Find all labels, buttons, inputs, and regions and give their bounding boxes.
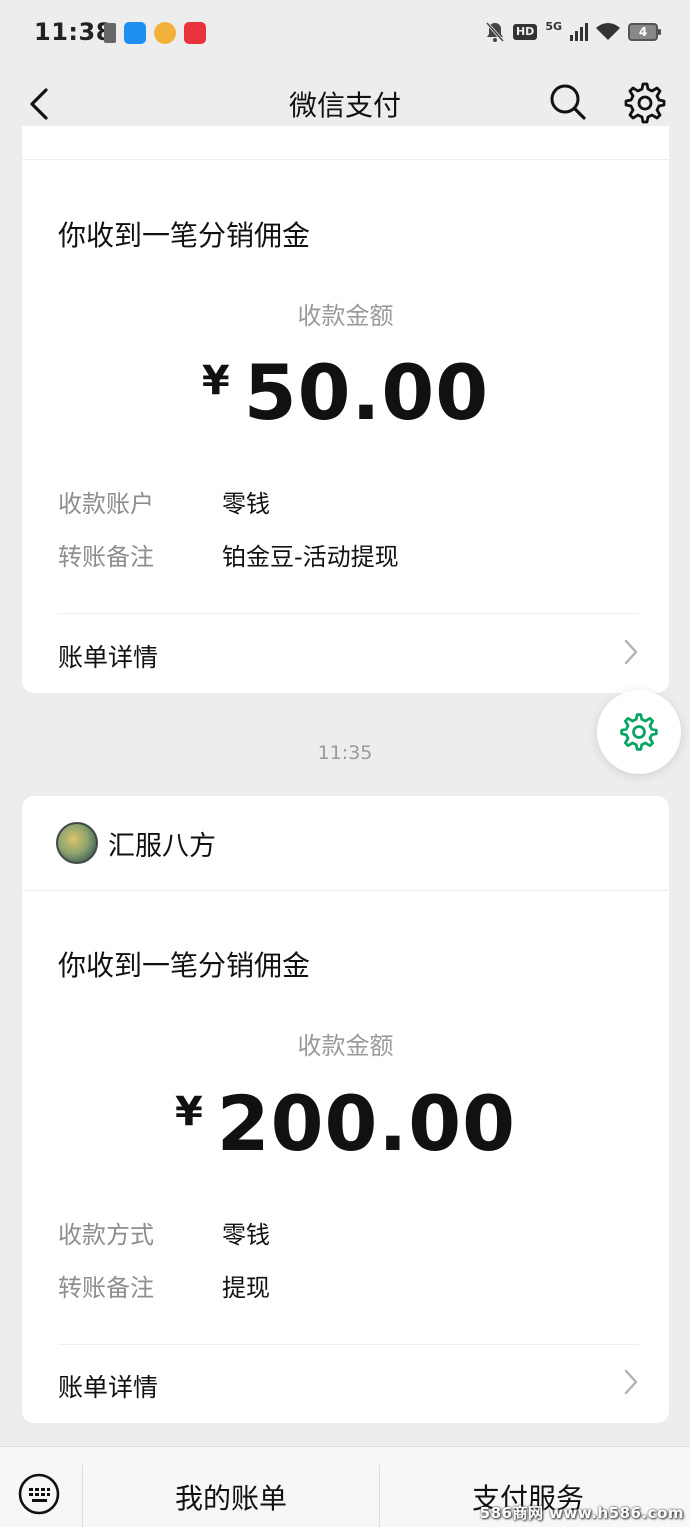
chevron-right-icon[interactable] — [623, 1368, 639, 1396]
amount-display: ¥50.00 — [22, 348, 669, 437]
hd-badge: HD — [512, 24, 538, 40]
mute-bell-icon — [485, 22, 505, 42]
status-bar: 11:38 HD 5G 4 — [0, 0, 690, 68]
message-title: 你收到一笔分销佣金 — [58, 949, 311, 982]
card-divider — [22, 159, 669, 160]
weibo-icon — [154, 22, 176, 44]
card-divider — [58, 1344, 639, 1345]
bill-detail-link[interactable]: 账单详情 — [58, 1368, 158, 1404]
keyboard-icon[interactable] — [18, 1473, 60, 1515]
card-divider — [58, 613, 639, 614]
chevron-right-icon[interactable] — [623, 638, 639, 666]
account-label: 收款账户 — [58, 490, 154, 518]
wifi-icon — [596, 23, 620, 40]
sender-avatar[interactable] — [56, 822, 98, 864]
status-time: 11:38 — [34, 18, 113, 46]
app-notification-icon — [124, 22, 146, 44]
payment-message-card: 你收到一笔分销佣金 收款金额 ¥50.00 收款账户 零钱 转账备注 铂金豆-活… — [22, 126, 669, 693]
notification-icons — [104, 22, 206, 44]
sim-card-icon — [104, 23, 116, 43]
payment-message-card: 汇服八方 你收到一笔分销佣金 收款金额 ¥200.00 收款方式 零钱 转账备注… — [22, 796, 669, 1423]
system-icons: HD 5G 4 — [485, 19, 661, 43]
my-bills-menu[interactable]: 我的账单 — [83, 1477, 379, 1517]
network-type: 5G — [545, 19, 562, 33]
payment-method-label: 收款方式 — [58, 1221, 154, 1249]
payment-method-value: 零钱 — [222, 1221, 270, 1249]
remark-value: 提现 — [222, 1274, 270, 1302]
signal-icon — [570, 23, 588, 41]
currency-symbol: ¥ — [174, 1089, 203, 1135]
bill-detail-link[interactable]: 账单详情 — [58, 638, 158, 674]
shopping-app-icon — [184, 22, 206, 44]
message-timestamp: 11:35 — [317, 742, 373, 764]
amount-value: 200.00 — [216, 1079, 517, 1168]
watermark: 586商网 www.h586.com — [479, 1504, 684, 1522]
amount-label: 收款金额 — [297, 302, 394, 330]
search-icon[interactable] — [546, 80, 590, 124]
gear-icon[interactable] — [622, 80, 668, 126]
remark-label: 转账备注 — [58, 543, 154, 571]
remark-value: 铂金豆-活动提现 — [222, 543, 399, 571]
amount-label: 收款金额 — [297, 1032, 394, 1060]
battery-icon: 4 — [628, 23, 661, 41]
account-value: 零钱 — [222, 490, 270, 518]
remark-label: 转账备注 — [58, 1274, 154, 1302]
amount-value: 50.00 — [243, 348, 490, 437]
amount-display: ¥200.00 — [22, 1079, 669, 1168]
currency-symbol: ¥ — [201, 358, 230, 404]
card-divider — [22, 890, 669, 891]
bottom-menu-bar: 我的账单 支付服务 586商网 www.h586.com — [0, 1446, 690, 1527]
sender-name[interactable]: 汇服八方 — [108, 824, 216, 863]
message-title: 你收到一笔分销佣金 — [58, 219, 311, 252]
